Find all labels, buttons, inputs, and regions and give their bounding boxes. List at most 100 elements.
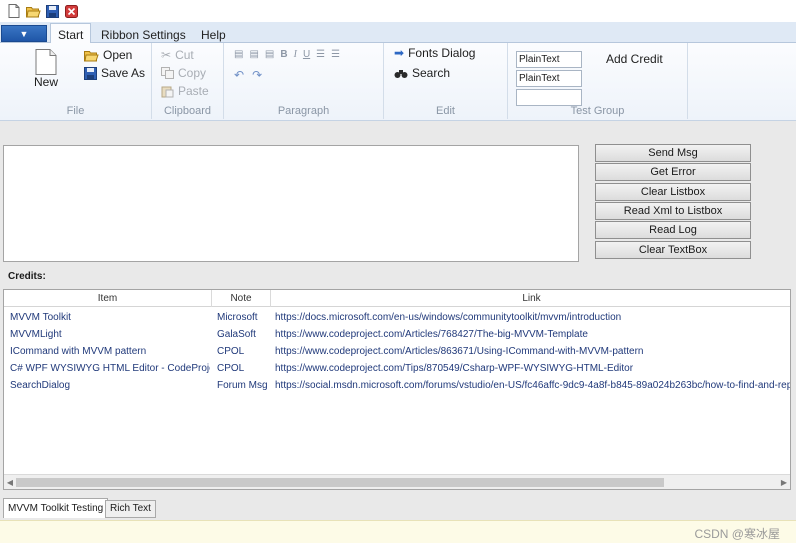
clipboard-group: ✂ Cut Copy Paste Clipboard — [152, 43, 224, 119]
credits-listview[interactable]: Item Note Link MVVM Toolkit Microsoft ht… — [3, 289, 791, 490]
application-menu-button[interactable]: ▼ — [1, 25, 47, 42]
cell-note: CPOL — [217, 346, 245, 357]
column-header-link[interactable]: Link — [271, 290, 790, 307]
new-button[interactable]: New — [30, 49, 62, 91]
cell-link: https://www.codeproject.com/Articles/768… — [275, 329, 588, 340]
bold-icon[interactable]: B — [280, 49, 287, 60]
redo-icon[interactable]: ↷ — [252, 68, 262, 82]
tab-ribbon-settings-label: Ribbon Settings — [101, 28, 186, 42]
read-xml-button[interactable]: Read Xml to Listbox — [595, 202, 751, 220]
cell-note: Microsoft — [217, 312, 258, 323]
search-button[interactable]: Search — [394, 66, 450, 80]
table-row[interactable]: MVVMLight GalaSoft https://www.codeproje… — [4, 326, 790, 343]
scissors-icon: ✂ — [161, 48, 172, 62]
fonts-dialog-label: Fonts Dialog — [408, 46, 476, 60]
add-credit-button[interactable]: Add Credit — [606, 52, 663, 66]
file-group-label: File — [66, 105, 85, 117]
horizontal-scrollbar[interactable]: ◀ ▶ — [4, 474, 790, 489]
get-error-button[interactable]: Get Error — [595, 163, 751, 181]
cell-item: SearchDialog — [10, 380, 71, 391]
tab-ribbon-settings[interactable]: Ribbon Settings — [101, 26, 186, 44]
edit-group-label: Edit — [436, 105, 455, 117]
cell-item: MVVM Toolkit — [10, 312, 71, 323]
align-right-icon[interactable]: ▤ — [265, 49, 274, 60]
watermark-text: CSDN @寒冰屋 — [694, 527, 780, 541]
plain-text-box-1[interactable]: PlainText — [516, 51, 582, 68]
save-icon — [84, 66, 97, 80]
underline-icon[interactable]: U — [303, 49, 310, 60]
cut-button[interactable]: ✂ Cut — [161, 48, 194, 62]
scroll-right-icon[interactable]: ▶ — [779, 477, 789, 488]
test-group: PlainText PlainText Add Credit Test Grou… — [508, 43, 688, 119]
cell-link: https://www.codeproject.com/Tips/870549/… — [275, 363, 634, 374]
copy-icon — [161, 67, 174, 79]
cell-item: ICommand with MVVM pattern — [10, 346, 147, 357]
align-center-icon[interactable]: ▤ — [249, 49, 258, 60]
paste-button[interactable]: Paste — [161, 84, 209, 98]
cell-note: Forum Msg — [217, 380, 268, 391]
clear-listbox-button[interactable]: Clear Listbox — [595, 183, 751, 201]
message-textbox[interactable] — [3, 145, 579, 262]
cell-note: GalaSoft — [217, 329, 256, 340]
cell-note: CPOL — [217, 363, 245, 374]
arrow-right-icon: ➡ — [394, 46, 405, 60]
column-header-item[interactable]: Item — [4, 290, 212, 307]
paragraph-group: ▤ ▤ ▤ B I U ☰ ☰ ↶ ↷ Paragraph — [224, 43, 384, 119]
tab-start[interactable]: Start — [50, 23, 92, 44]
copy-label: Copy — [178, 66, 207, 80]
undo-icon[interactable]: ↶ — [234, 68, 244, 82]
listview-header: Item Note Link — [4, 290, 790, 307]
bullet-list-icon[interactable]: ☰ — [316, 49, 325, 60]
table-row[interactable]: ICommand with MVVM pattern CPOL https://… — [4, 343, 790, 360]
open-folder-icon[interactable] — [25, 3, 41, 19]
clear-textbox-button[interactable]: Clear TextBox — [595, 241, 751, 259]
open-folder-icon — [84, 50, 99, 61]
ribbon-body: New Open Save As File ✂ Cut Copy Paste C… — [0, 43, 796, 121]
send-msg-button[interactable]: Send Msg — [595, 144, 751, 162]
cell-item: C# WPF WYSIWYG HTML Editor - CodeProject — [10, 363, 210, 374]
align-left-icon[interactable]: ▤ — [234, 49, 243, 60]
table-row[interactable]: C# WPF WYSIWYG HTML Editor - CodeProject… — [4, 360, 790, 377]
numbered-list-icon[interactable]: ☰ — [331, 49, 340, 60]
fonts-dialog-button[interactable]: ➡ Fonts Dialog — [394, 46, 475, 60]
plain-text-box-3[interactable] — [516, 89, 582, 106]
main-workspace: Send Msg Get Error Clear Listbox Read Xm… — [0, 121, 796, 520]
chevron-down-icon: ▼ — [19, 28, 29, 39]
new-document-icon — [35, 49, 57, 75]
tab-mvvm-toolkit-testing[interactable]: MVVM Toolkit Testing — [3, 498, 109, 518]
add-credit-label: Add Credit — [606, 52, 663, 66]
edit-group: ➡ Fonts Dialog Search Edit — [384, 43, 508, 119]
undo-redo-row: ↶ ↷ — [234, 68, 262, 82]
ribbon-tab-row: ▼ Start Ribbon Settings Help — [0, 22, 796, 44]
table-row[interactable]: SearchDialog Forum Msg https://social.ms… — [4, 377, 790, 394]
tab-help-label: Help — [201, 28, 226, 42]
copy-button[interactable]: Copy — [161, 66, 206, 80]
cell-link: https://docs.microsoft.com/en-us/windows… — [275, 312, 622, 323]
open-label: Open — [103, 48, 133, 62]
scroll-left-icon[interactable]: ◀ — [5, 477, 15, 488]
save-as-button[interactable]: Save As — [84, 66, 145, 80]
search-label: Search — [412, 66, 451, 80]
status-bar: CSDN @寒冰屋 — [0, 520, 796, 543]
tab-rich-text[interactable]: Rich Text — [105, 500, 156, 518]
scrollbar-thumb[interactable] — [16, 478, 664, 487]
table-row[interactable]: MVVM Toolkit Microsoft https://docs.micr… — [4, 309, 790, 326]
open-button[interactable]: Open — [84, 48, 132, 62]
italic-icon[interactable]: I — [294, 49, 297, 60]
close-icon[interactable] — [63, 3, 79, 19]
tab-start-label: Start — [58, 28, 84, 42]
cell-link: https://social.msdn.microsoft.com/forums… — [275, 380, 790, 391]
new-file-icon[interactable] — [6, 3, 22, 19]
test-group-label: Test Group — [570, 105, 625, 117]
new-label: New — [33, 75, 58, 89]
plain-text-box-2[interactable]: PlainText — [516, 70, 582, 87]
cut-label: Cut — [175, 48, 194, 62]
read-log-button[interactable]: Read Log — [595, 221, 751, 239]
cell-item: MVVMLight — [10, 329, 62, 340]
file-group: New Open Save As File — [0, 43, 152, 119]
column-header-note[interactable]: Note — [212, 290, 271, 307]
tab-help[interactable]: Help — [201, 26, 226, 44]
save-icon[interactable] — [44, 3, 60, 19]
paragraph-group-label: Paragraph — [277, 105, 330, 117]
save-as-label: Save As — [101, 66, 146, 80]
